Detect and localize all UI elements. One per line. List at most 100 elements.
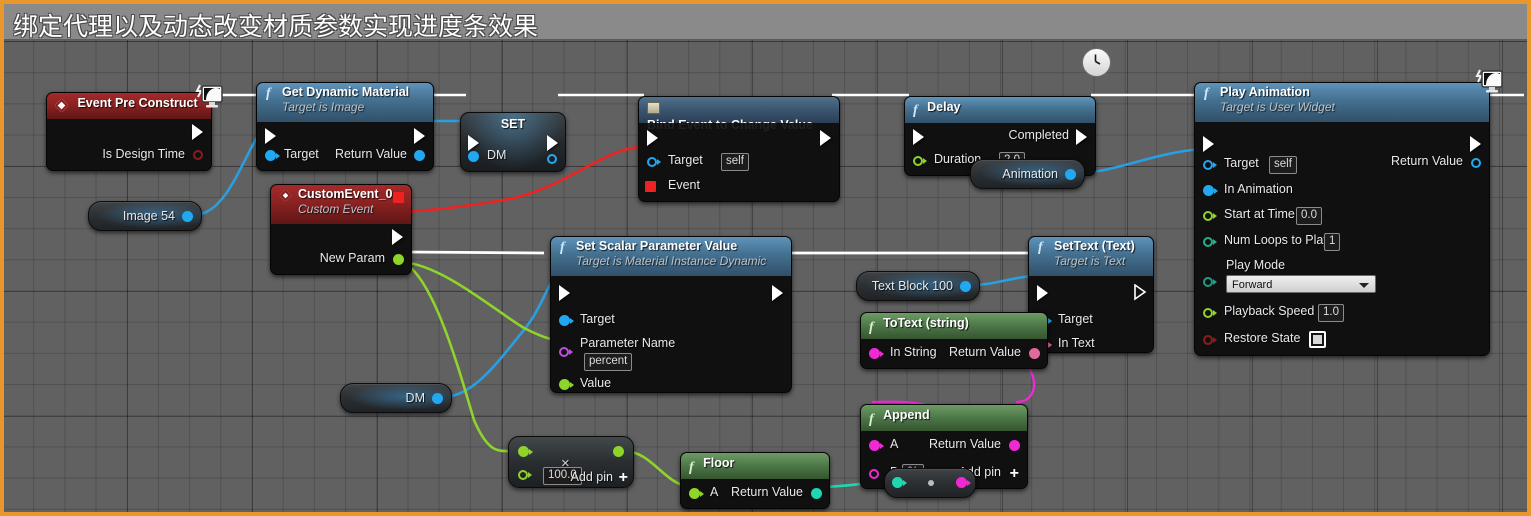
input-pin-dm[interactable] (468, 151, 479, 162)
output-pin-return-value[interactable] (414, 150, 425, 161)
exec-out-pin[interactable] (414, 128, 425, 144)
exec-in-pin[interactable] (265, 128, 276, 144)
add-pin-label[interactable]: Add pin (571, 470, 613, 484)
exec-out-pin[interactable] (192, 124, 203, 140)
output-pin-return-value[interactable] (1009, 440, 1020, 451)
exec-out-pin[interactable] (772, 285, 783, 301)
output-pin-is-design-time[interactable] (193, 150, 203, 160)
play-mode-select[interactable]: Forward (1226, 275, 1376, 293)
node-to-text-string[interactable]: f ToText (string) In String Return Value (860, 312, 1048, 369)
var-label-image-54: Image 54 (122, 209, 175, 223)
input-pin-target[interactable] (265, 150, 280, 161)
pin-label-target: Target (580, 312, 615, 326)
node-int-to-string-conversion[interactable] (884, 468, 976, 498)
exec-in-pin[interactable] (1037, 285, 1048, 301)
input-pin-restore-state[interactable] (1203, 335, 1217, 345)
input-pin-playback-speed[interactable] (1203, 308, 1217, 318)
output-pin-text-block-100[interactable] (960, 281, 971, 292)
node-floor[interactable]: f Floor A Return Value (680, 452, 830, 509)
blueprint-graph-canvas[interactable]: Event Pre Construct Is Design Time f Get… (4, 40, 1527, 512)
output-pin-string[interactable] (956, 477, 971, 488)
output-pin-return-value[interactable] (613, 446, 624, 457)
input-pin-b[interactable] (518, 470, 532, 480)
monitor-icon (1474, 69, 1503, 93)
node-header: Event Pre Construct (47, 93, 211, 119)
node-set-scalar-parameter-value[interactable]: f Set Scalar Parameter Value Target is M… (550, 236, 792, 393)
function-f-icon: f (869, 412, 874, 427)
parameter-name-value[interactable]: percent (584, 353, 633, 371)
var-node-animation[interactable]: Animation (970, 159, 1085, 189)
node-set-dm[interactable]: SET DM (460, 112, 566, 172)
node-play-animation[interactable]: f Play Animation Target is User Widget T… (1194, 82, 1490, 356)
event-diamond-icon (279, 189, 292, 202)
output-pin-return-value[interactable] (811, 488, 822, 499)
input-pin-value[interactable] (559, 379, 574, 390)
pin-label-target: Target (284, 147, 319, 161)
var-node-text-block-100[interactable]: Text Block 100 (856, 271, 980, 301)
node-bind-event-to-change-value[interactable]: Bind Event to Change Value Target self E… (638, 96, 840, 202)
input-pin-in-animation[interactable] (1203, 185, 1218, 196)
exec-out-pin[interactable] (392, 229, 403, 245)
exec-in-pin[interactable] (559, 285, 570, 301)
input-pin-a[interactable] (869, 440, 884, 451)
exec-out-pin-completed[interactable] (1076, 129, 1087, 145)
exec-out-pin[interactable] (1470, 136, 1481, 152)
output-pin-dm[interactable] (432, 393, 443, 404)
target-self-value[interactable]: self (1269, 156, 1297, 174)
node-get-dynamic-material[interactable]: f Get Dynamic Material Target is Image T… (256, 82, 434, 171)
exec-out-pin[interactable] (820, 130, 831, 146)
output-pin-animation[interactable] (1065, 169, 1076, 180)
playback-speed-value[interactable]: 1.0 (1318, 304, 1344, 322)
var-label-animation: Animation (1002, 167, 1058, 181)
input-pin-target[interactable] (647, 157, 661, 167)
node-multiply[interactable]: × 100.0 Add pin + (508, 436, 634, 488)
exec-out-outline-icon (1134, 284, 1147, 301)
exec-in-pin[interactable] (647, 130, 658, 146)
num-loops-value[interactable]: 1 (1324, 233, 1341, 251)
exec-out-pin[interactable] (547, 135, 558, 151)
node-event-pre-construct[interactable]: Event Pre Construct Is Design Time (46, 92, 212, 171)
input-pin-num-loops-to-play[interactable] (1203, 237, 1217, 247)
node-header: f ToText (string) (861, 313, 1047, 339)
output-pin-delegate[interactable] (393, 192, 404, 203)
pin-label-return-value: Return Value (334, 147, 407, 161)
pin-label-event: Event (668, 178, 700, 192)
exec-in-pin[interactable] (1203, 136, 1214, 152)
input-pin-a[interactable] (518, 446, 533, 457)
output-pin-return-value[interactable] (1471, 158, 1481, 168)
pin-label-num-loops-to-play: Num Loops to Play (1224, 233, 1330, 247)
input-pin-in-string[interactable] (869, 348, 884, 359)
var-node-dm[interactable]: DM (340, 383, 452, 413)
node-custom-event-0[interactable]: CustomEvent_0 Custom Event New Param (270, 184, 412, 275)
var-label-text-block-100: Text Block 100 (871, 279, 953, 293)
input-pin-int[interactable] (892, 477, 907, 488)
function-f-icon: f (266, 86, 271, 101)
input-pin-target[interactable] (1203, 160, 1217, 170)
var-node-image-54[interactable]: Image 54 (88, 201, 202, 231)
restore-state-checkbox[interactable] (1309, 331, 1326, 348)
output-pin-new-param[interactable] (393, 254, 404, 265)
output-pin-image-54[interactable] (182, 211, 193, 222)
input-pin-event[interactable] (645, 181, 656, 192)
pin-label-return-value: Return Value (928, 437, 1001, 451)
input-pin-target[interactable] (559, 315, 574, 326)
target-self-value[interactable]: self (721, 153, 749, 171)
start-at-time-value[interactable]: 0.0 (1296, 207, 1322, 225)
input-pin-play-mode[interactable] (1203, 277, 1217, 287)
input-pin-b[interactable] (869, 469, 879, 479)
input-pin-start-at-time[interactable] (1203, 211, 1217, 221)
add-pin-plus-icon[interactable]: + (619, 470, 628, 486)
node-header: f Append (861, 405, 1027, 431)
input-pin-a[interactable] (689, 488, 704, 499)
exec-in-pin[interactable] (913, 129, 924, 145)
output-pin-dm[interactable] (547, 154, 557, 164)
add-pin-plus-icon[interactable]: + (1010, 466, 1019, 482)
node-header: f Floor (681, 453, 829, 479)
exec-in-pin[interactable] (468, 135, 479, 151)
output-pin-return-value[interactable] (1029, 348, 1040, 359)
delegate-icon (647, 102, 660, 114)
input-pin-duration[interactable] (913, 156, 927, 166)
function-f-icon: f (1204, 86, 1209, 101)
input-pin-parameter-name[interactable] (559, 347, 573, 357)
node-header: Bind Event to Change Value (639, 97, 839, 132)
